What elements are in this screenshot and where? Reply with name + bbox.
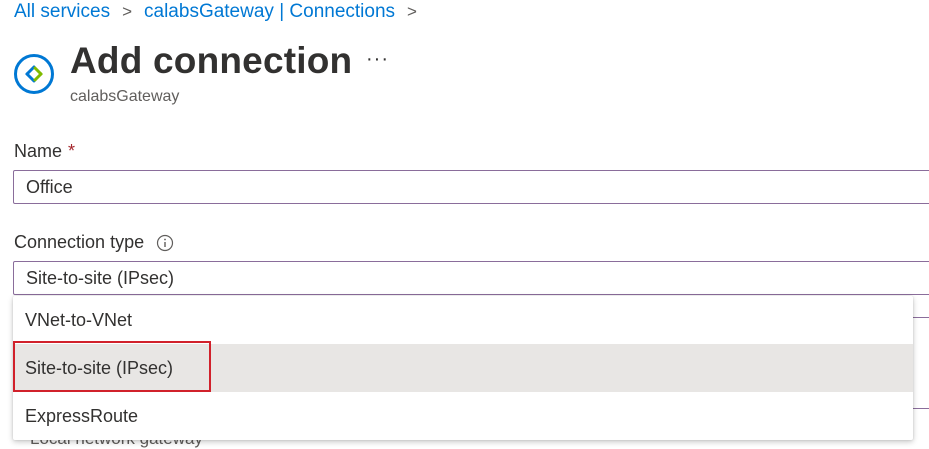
connection-type-label-text: Connection type [14, 232, 145, 252]
option-expressroute[interactable]: ExpressRoute [13, 392, 913, 440]
connection-type-label: Connection type [14, 232, 174, 253]
gateway-icon [14, 54, 54, 94]
more-options-button[interactable]: ··· [366, 48, 389, 71]
option-site-to-site[interactable]: Site-to-site (IPsec) [13, 344, 913, 392]
connection-type-options: VNet-to-VNet Site-to-site (IPsec) Expres… [13, 296, 913, 440]
breadcrumb-connections[interactable]: calabsGateway | Connections [144, 1, 395, 23]
breadcrumb-separator: > [122, 2, 133, 21]
name-field-label: Name * [14, 141, 75, 162]
breadcrumb-separator: > [407, 2, 417, 21]
breadcrumb-all-services[interactable]: All services [14, 1, 110, 23]
page: All services > calabsGateway | Connectio… [0, 0, 929, 449]
page-subtitle: calabsGateway [70, 88, 180, 105]
local-network-gateway-label: Local network gateway [30, 440, 290, 449]
required-marker: * [68, 141, 76, 161]
name-input[interactable]: Office [13, 170, 929, 204]
option-vnet-to-vnet[interactable]: VNet-to-VNet [13, 296, 913, 344]
info-icon[interactable] [156, 234, 174, 252]
breadcrumb: All services > calabsGateway | Connectio… [14, 1, 429, 23]
page-title: Add connection [70, 40, 353, 81]
connection-type-dropdown[interactable]: Site-to-site (IPsec) [13, 261, 929, 295]
name-label-text: Name [14, 141, 63, 161]
